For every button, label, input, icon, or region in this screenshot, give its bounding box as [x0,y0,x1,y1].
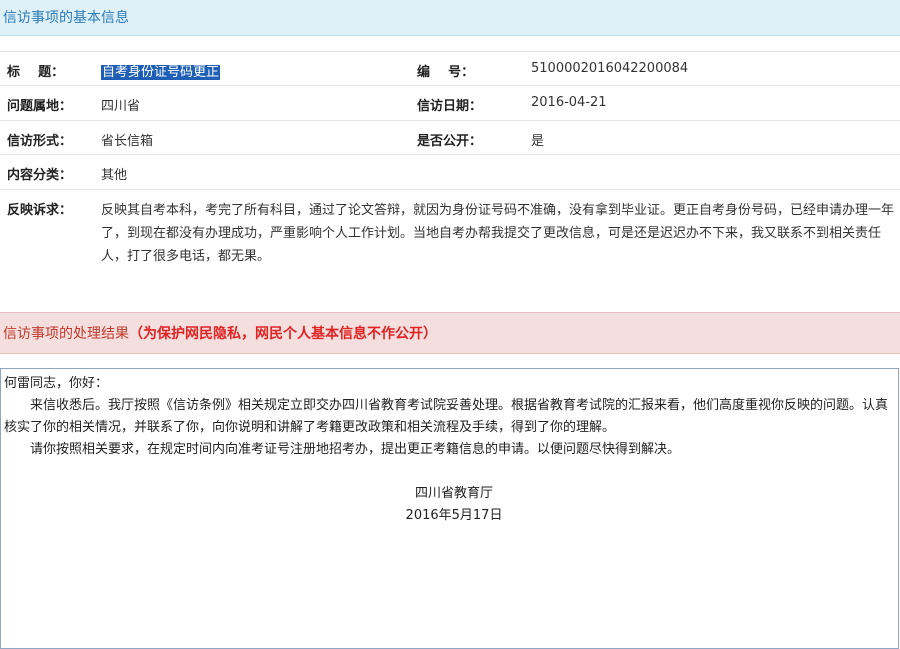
basic-info-header: 信访事项的基本信息 [0,0,900,36]
content-label: 反映诉求： [7,203,73,218]
form-label: 信访形式： [7,134,73,149]
info-row-content: 反映诉求： 反映其自考本科，考完了所有科目，通过了论文答辩，就因为身份证号码不准… [0,190,900,313]
info-row-location: 问题属地： 四川省 信访日期： 2016-04-21 [0,86,900,121]
category-label: 内容分类： [7,168,73,183]
title-value[interactable]: 自考身份证号码更正 [101,61,221,80]
date-value: 2016-04-21 [531,95,607,110]
reply-greeting: 何雷同志，你好： [4,376,109,391]
category-value: 其他 [101,168,128,183]
result-privacy-note: （为保护网民隐私，网民个人基本信息不作公开） [129,326,437,342]
number-value: 5100002016042200084 [531,61,689,76]
reply-signature: 四川省教育厅 [414,486,493,501]
content-text: 反映其自考本科，考完了所有科目，通过了论文答辩，就因为身份证号码不准确，没有拿到… [101,203,895,264]
result-title: 信访事项的处理结果 [3,326,129,342]
basic-info-title: 信访事项的基本信息 [3,10,129,26]
reply-paragraph-2: 请你按照相关要求，在规定时间内向准考证号注册地招考办，提出更正考籍信息的申请。以… [30,442,681,457]
info-row-form: 信访形式： 省长信箱 是否公开： 是 [0,121,900,155]
result-header: 信访事项的处理结果（为保护网民隐私，网民个人基本信息不作公开） [0,312,900,354]
selected-title-text[interactable]: 自考身份证号码更正 [101,65,221,80]
public-label: 是否公开： [417,134,483,149]
location-value: 四川省 [101,99,141,114]
public-value: 是 [531,134,545,149]
location-label: 问题属地： [7,99,73,114]
info-row-title: 标 题： 自考身份证号码更正 编 号： 5100002016042200084 [0,52,900,86]
date-label: 信访日期： [417,99,483,114]
reply-textarea[interactable]: 何雷同志，你好： 来信收悉后。我厅按照《信访条例》相关规定立即交办四川省教育考试… [0,368,899,649]
info-row-category: 内容分类： 其他 [0,155,900,190]
number-label: 编 号： [417,65,475,80]
basic-info-table: 标 题： 自考身份证号码更正 编 号： 5100002016042200084 … [0,51,900,313]
reply-signature-block: 四川省教育厅 2016年5月17日 [4,483,895,527]
reply-paragraph-1: 来信收悉后。我厅按照《信访条例》相关规定立即交办四川省教育考试院妥善处理。根据省… [4,398,889,435]
title-label: 标 题： [7,65,65,80]
form-value: 省长信箱 [101,134,154,149]
reply-date: 2016年5月17日 [405,508,503,523]
